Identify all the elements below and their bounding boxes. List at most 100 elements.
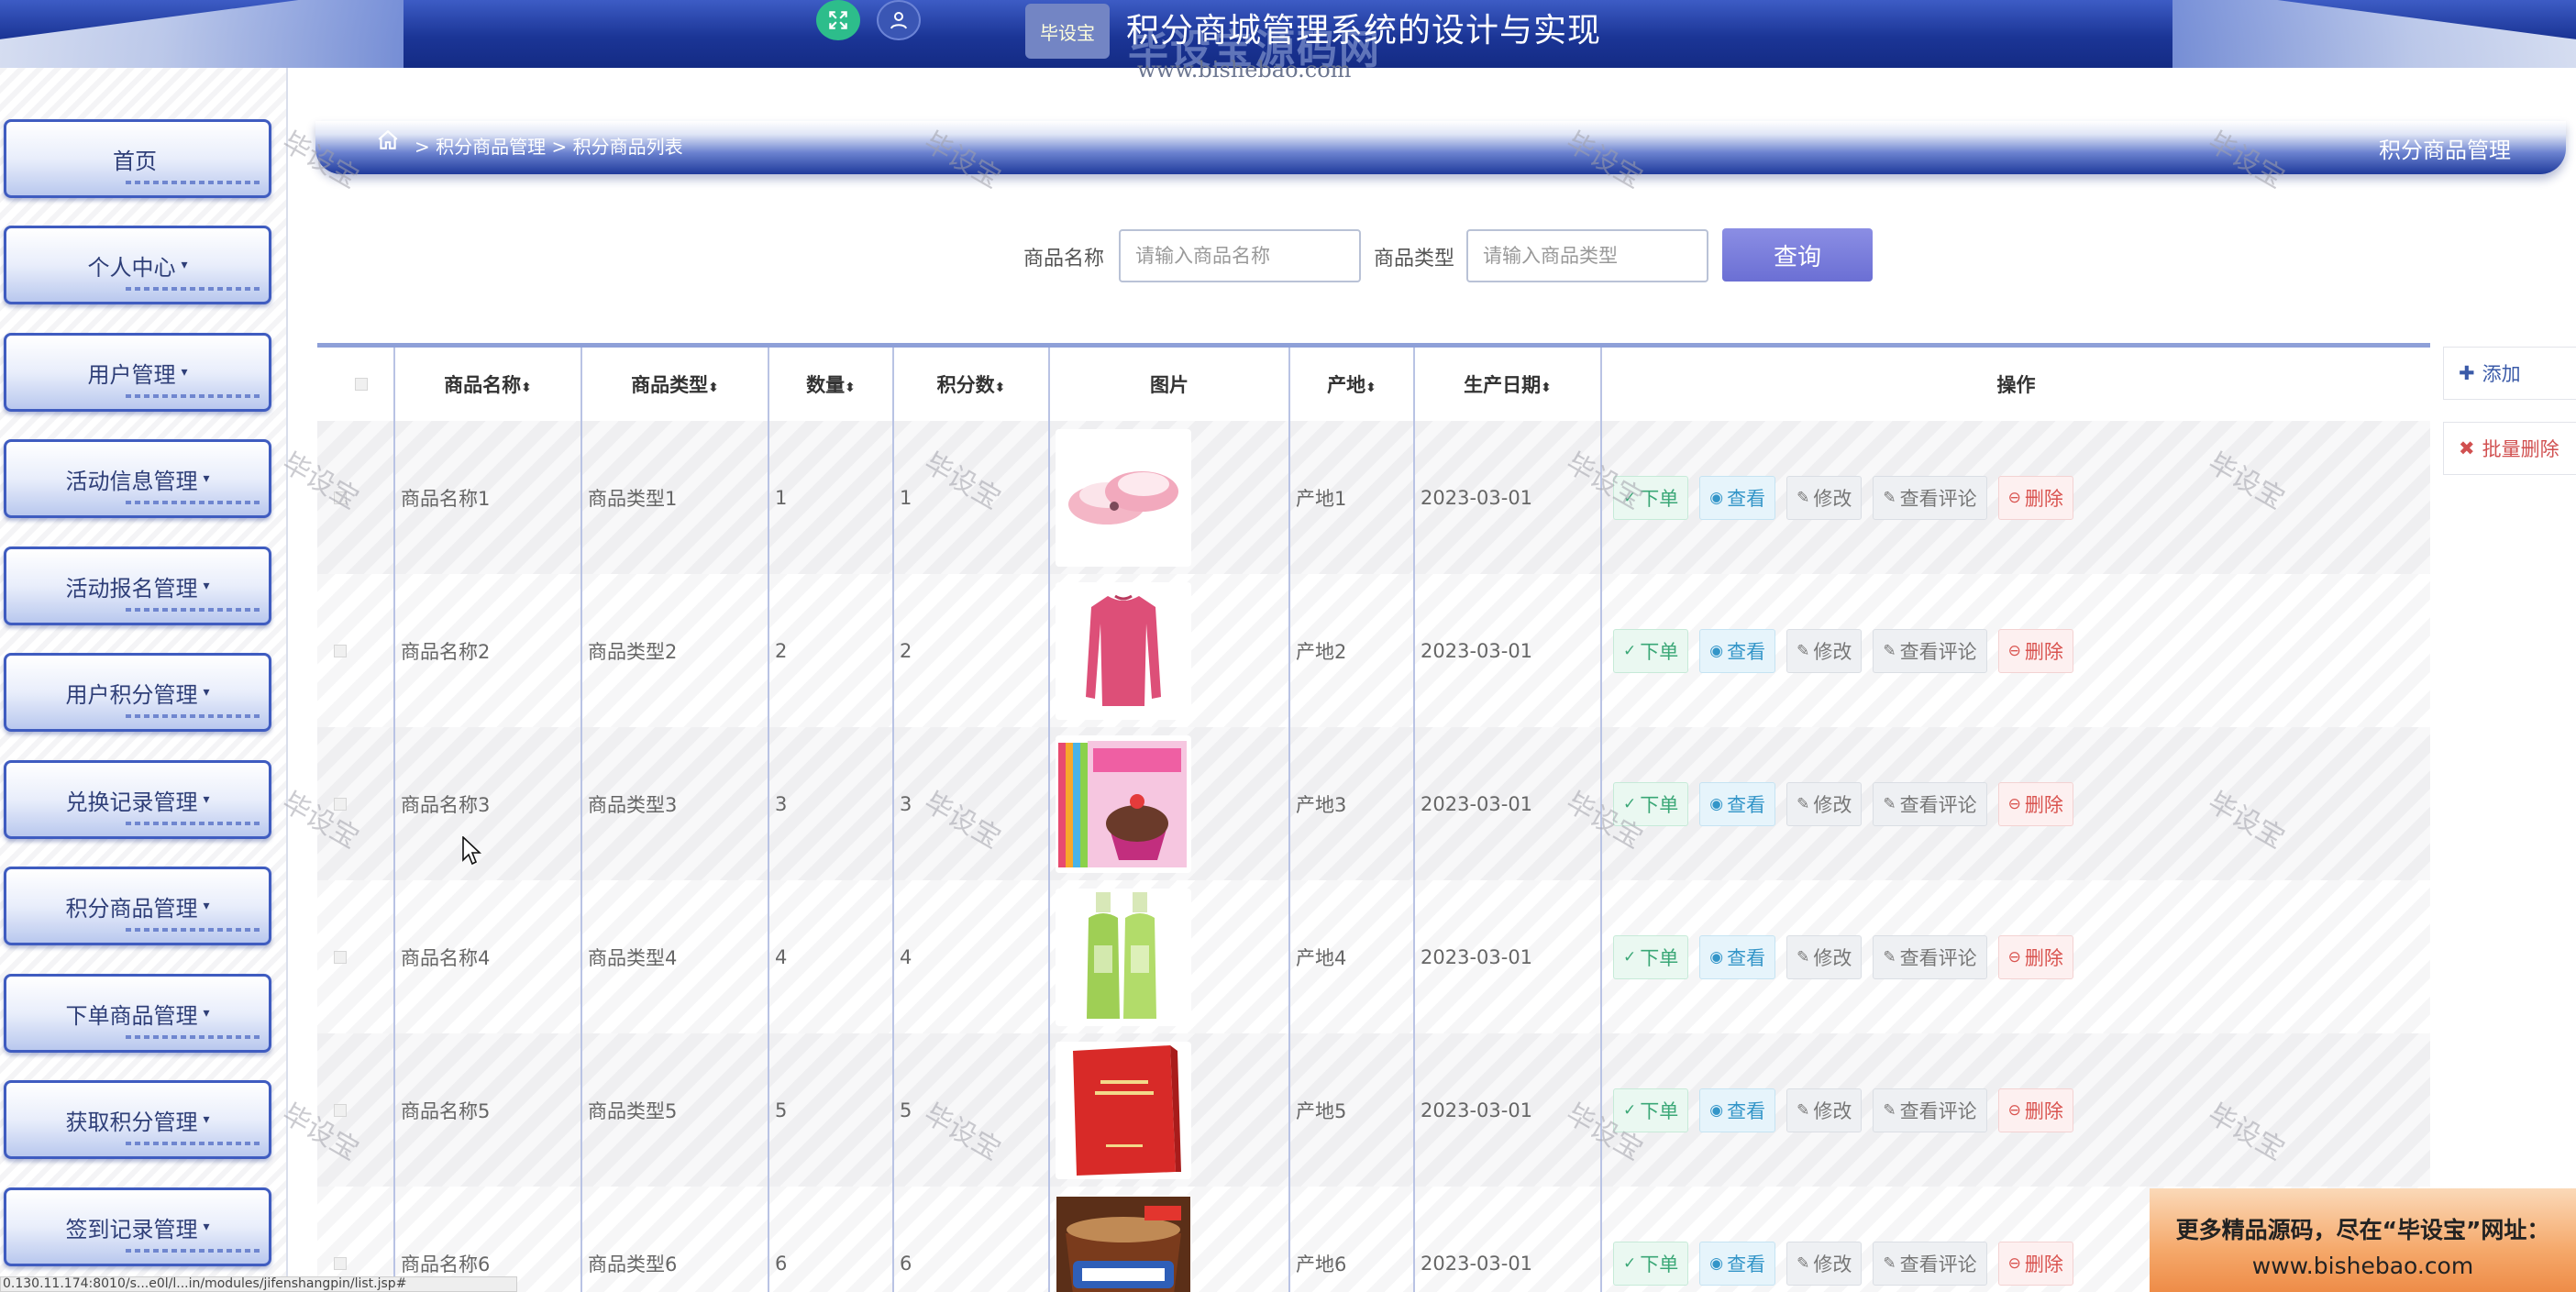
row-select-cell[interactable] bbox=[317, 1033, 394, 1187]
order-button[interactable]: ✓ 下单 bbox=[1613, 781, 1689, 826]
sidebar-item-9[interactable]: 下单商品管理 ▾ bbox=[4, 974, 271, 1053]
delete-button[interactable]: ⊖ 删除 bbox=[1997, 934, 2073, 979]
pink-sweater-image[interactable] bbox=[1056, 581, 1191, 720]
view-button[interactable]: ◉ 查看 bbox=[1699, 628, 1776, 673]
pencil-icon: ✎ bbox=[1797, 947, 1810, 966]
delete-button[interactable]: ⊖ 删除 bbox=[1997, 475, 2073, 520]
cell-origin: 产地3 bbox=[1288, 727, 1414, 880]
table-row[interactable]: 商品名称4 商品类型4 4 4 产地4 2023-03-01 ✓ 下单 ◉ 查看 ✎ 修改 ✎ 查看评论 ⊖… bbox=[317, 880, 2430, 1033]
eye-icon: ◉ bbox=[1709, 947, 1724, 966]
view-reviews-button[interactable]: ✎ 查看评论 bbox=[1873, 1088, 1987, 1132]
table-row[interactable]: 商品名称1 商品类型1 1 1 产地1 2023-03-01 ✓ 下单 ◉ 查看 ✎ 修改 ✎ 查看评论 ⊖… bbox=[317, 421, 2430, 574]
pencil-icon: ✎ bbox=[1883, 1100, 1896, 1120]
view-reviews-button[interactable]: ✎ 查看评论 bbox=[1873, 934, 1987, 979]
table-row[interactable]: 商品名称2 商品类型2 2 2 产地2 2023-03-01 ✓ 下单 ◉ 查看 ✎ 修改 ✎ 查看评论 ⊖… bbox=[317, 574, 2430, 727]
user-icon[interactable] bbox=[877, 0, 921, 40]
cell-origin: 产地2 bbox=[1288, 574, 1414, 727]
edit-button[interactable]: ✎ 修改 bbox=[1786, 1241, 1863, 1286]
row-select-cell[interactable] bbox=[317, 574, 394, 727]
view-reviews-button[interactable]: ✎ 查看评论 bbox=[1873, 628, 1987, 673]
sidebar-item-8[interactable]: 积分商品管理 ▾ bbox=[4, 867, 271, 945]
column-header-4[interactable]: 积分数⬍ bbox=[892, 348, 1049, 421]
sidebar-item-10[interactable]: 获取积分管理 ▾ bbox=[4, 1080, 271, 1159]
row-select-cell[interactable] bbox=[317, 727, 394, 880]
sidebar-item-6[interactable]: 用户积分管理 ▾ bbox=[4, 653, 271, 732]
sidebar-item-11[interactable]: 签到记录管理 ▾ bbox=[4, 1187, 271, 1266]
sort-icon[interactable]: ⬍ bbox=[995, 381, 1006, 395]
order-button[interactable]: ✓ 下单 bbox=[1613, 934, 1689, 979]
select-all-checkbox[interactable] bbox=[354, 378, 368, 391]
red-book-image[interactable] bbox=[1056, 1041, 1191, 1179]
snickers-cup-image[interactable] bbox=[1056, 1194, 1191, 1292]
sort-icon[interactable]: ⬍ bbox=[1365, 381, 1376, 395]
delete-button[interactable]: ⊖ 删除 bbox=[1997, 781, 2073, 826]
search-type-input[interactable] bbox=[1466, 229, 1708, 282]
fullscreen-icon[interactable] bbox=[816, 0, 860, 40]
search-name-input[interactable] bbox=[1119, 229, 1361, 282]
table-row[interactable]: 商品名称6 商品类型6 6 6 产地6 2023-03-01 ✓ 下单 ◉ 查看 ✎ 修改 ✎ 查看评论 ⊖… bbox=[317, 1187, 2430, 1292]
sidebar-item-4[interactable]: 活动信息管理 ▾ bbox=[4, 439, 271, 518]
edit-button[interactable]: ✎ 修改 bbox=[1786, 1088, 1863, 1132]
batch-delete-button[interactable]: ✖ 批量删除 bbox=[2443, 422, 2576, 475]
promo-banner[interactable]: 更多精品源码，尽在“毕设宝”网址： www.bishebao.com bbox=[2150, 1188, 2576, 1292]
row-select-cell[interactable] bbox=[317, 421, 394, 574]
order-button[interactable]: ✓ 下单 bbox=[1613, 475, 1689, 520]
order-button[interactable]: ✓ 下单 bbox=[1613, 1241, 1689, 1286]
search-type-label: 商品类型 bbox=[1374, 248, 1455, 271]
coloring-book-image[interactable] bbox=[1056, 734, 1191, 873]
sort-icon[interactable]: ⬍ bbox=[1541, 381, 1552, 395]
table-row[interactable]: 商品名称5 商品类型5 5 5 产地5 2023-03-01 ✓ 下单 ◉ 查看 ✎ 修改 ✎ 查看评论 ⊖… bbox=[317, 1033, 2430, 1187]
sidebar-item-5[interactable]: 活动报名管理 ▾ bbox=[4, 547, 271, 625]
row-checkbox[interactable] bbox=[334, 1256, 347, 1270]
sidebar-item-label: 用户积分管理 bbox=[65, 681, 198, 708]
row-checkbox[interactable] bbox=[334, 950, 347, 964]
edit-button[interactable]: ✎ 修改 bbox=[1786, 475, 1863, 520]
column-header-2[interactable]: 商品类型⬍ bbox=[580, 348, 768, 421]
view-button[interactable]: ◉ 查看 bbox=[1699, 781, 1776, 826]
query-button[interactable]: 查询 bbox=[1722, 228, 1873, 282]
view-reviews-button[interactable]: ✎ 查看评论 bbox=[1873, 475, 1987, 520]
green-bottles-image[interactable] bbox=[1056, 888, 1191, 1026]
table-row[interactable]: 商品名称3 商品类型3 3 3 产地3 2023-03-01 ✓ 下单 ◉ 查看 ✎ 修改 ✎ 查看评论 ⊖… bbox=[317, 727, 2430, 880]
column-header-3[interactable]: 数量⬍ bbox=[768, 348, 893, 421]
order-button[interactable]: ✓ 下单 bbox=[1613, 1088, 1689, 1132]
view-button[interactable]: ◉ 查看 bbox=[1699, 1088, 1776, 1132]
sidebar-item-label: 下单商品管理 bbox=[65, 1002, 198, 1029]
column-header-6[interactable]: 产地⬍ bbox=[1288, 348, 1414, 421]
delete-button[interactable]: ⊖ 删除 bbox=[1997, 1241, 2073, 1286]
select-all-header[interactable] bbox=[317, 348, 394, 421]
view-button[interactable]: ◉ 查看 bbox=[1699, 475, 1776, 520]
row-checkbox[interactable] bbox=[334, 644, 347, 657]
column-header-1[interactable]: 商品名称⬍ bbox=[393, 348, 581, 421]
sidebar-item-3[interactable]: 用户管理 ▾ bbox=[4, 333, 271, 412]
sort-icon[interactable]: ⬍ bbox=[521, 381, 532, 395]
delete-button[interactable]: ⊖ 删除 bbox=[1997, 1088, 2073, 1132]
view-reviews-button[interactable]: ✎ 查看评论 bbox=[1873, 781, 1987, 826]
sort-icon[interactable]: ⬍ bbox=[845, 381, 856, 395]
column-header-7[interactable]: 生产日期⬍ bbox=[1413, 348, 1601, 421]
edit-button[interactable]: ✎ 修改 bbox=[1786, 934, 1863, 979]
add-button[interactable]: ✚ 添加 bbox=[2443, 347, 2576, 400]
view-button[interactable]: ◉ 查看 bbox=[1699, 934, 1776, 979]
sidebar-item-2[interactable]: 个人中心 ▾ bbox=[4, 226, 271, 304]
row-actions-cell: ✓ 下单 ◉ 查看 ✎ 修改 ✎ 查看评论 ⊖ 删除 bbox=[1600, 421, 2430, 574]
cell-qty: 1 bbox=[768, 421, 893, 574]
view-button[interactable]: ◉ 查看 bbox=[1699, 1241, 1776, 1286]
row-checkbox[interactable] bbox=[334, 797, 347, 811]
edit-button[interactable]: ✎ 修改 bbox=[1786, 628, 1863, 673]
view-reviews-button[interactable]: ✎ 查看评论 bbox=[1873, 1241, 1987, 1286]
cell-type: 商品类型6 bbox=[580, 1187, 768, 1292]
row-select-cell[interactable] bbox=[317, 880, 394, 1033]
delete-button[interactable]: ⊖ 删除 bbox=[1997, 628, 2073, 673]
order-button[interactable]: ✓ 下单 bbox=[1613, 628, 1689, 673]
sidebar-item-7[interactable]: 兑换记录管理 ▾ bbox=[4, 760, 271, 839]
sort-icon[interactable]: ⬍ bbox=[708, 381, 719, 395]
pink-slipper-image[interactable] bbox=[1056, 428, 1191, 567]
edit-button[interactable]: ✎ 修改 bbox=[1786, 781, 1863, 826]
sidebar-item-1[interactable]: 首页 bbox=[4, 119, 271, 198]
home-icon[interactable] bbox=[376, 128, 400, 159]
column-header-label: 生产日期 bbox=[1464, 374, 1542, 396]
row-checkbox[interactable] bbox=[334, 491, 347, 504]
sidebar-item-label: 活动信息管理 bbox=[65, 468, 198, 494]
row-checkbox[interactable] bbox=[334, 1103, 347, 1117]
